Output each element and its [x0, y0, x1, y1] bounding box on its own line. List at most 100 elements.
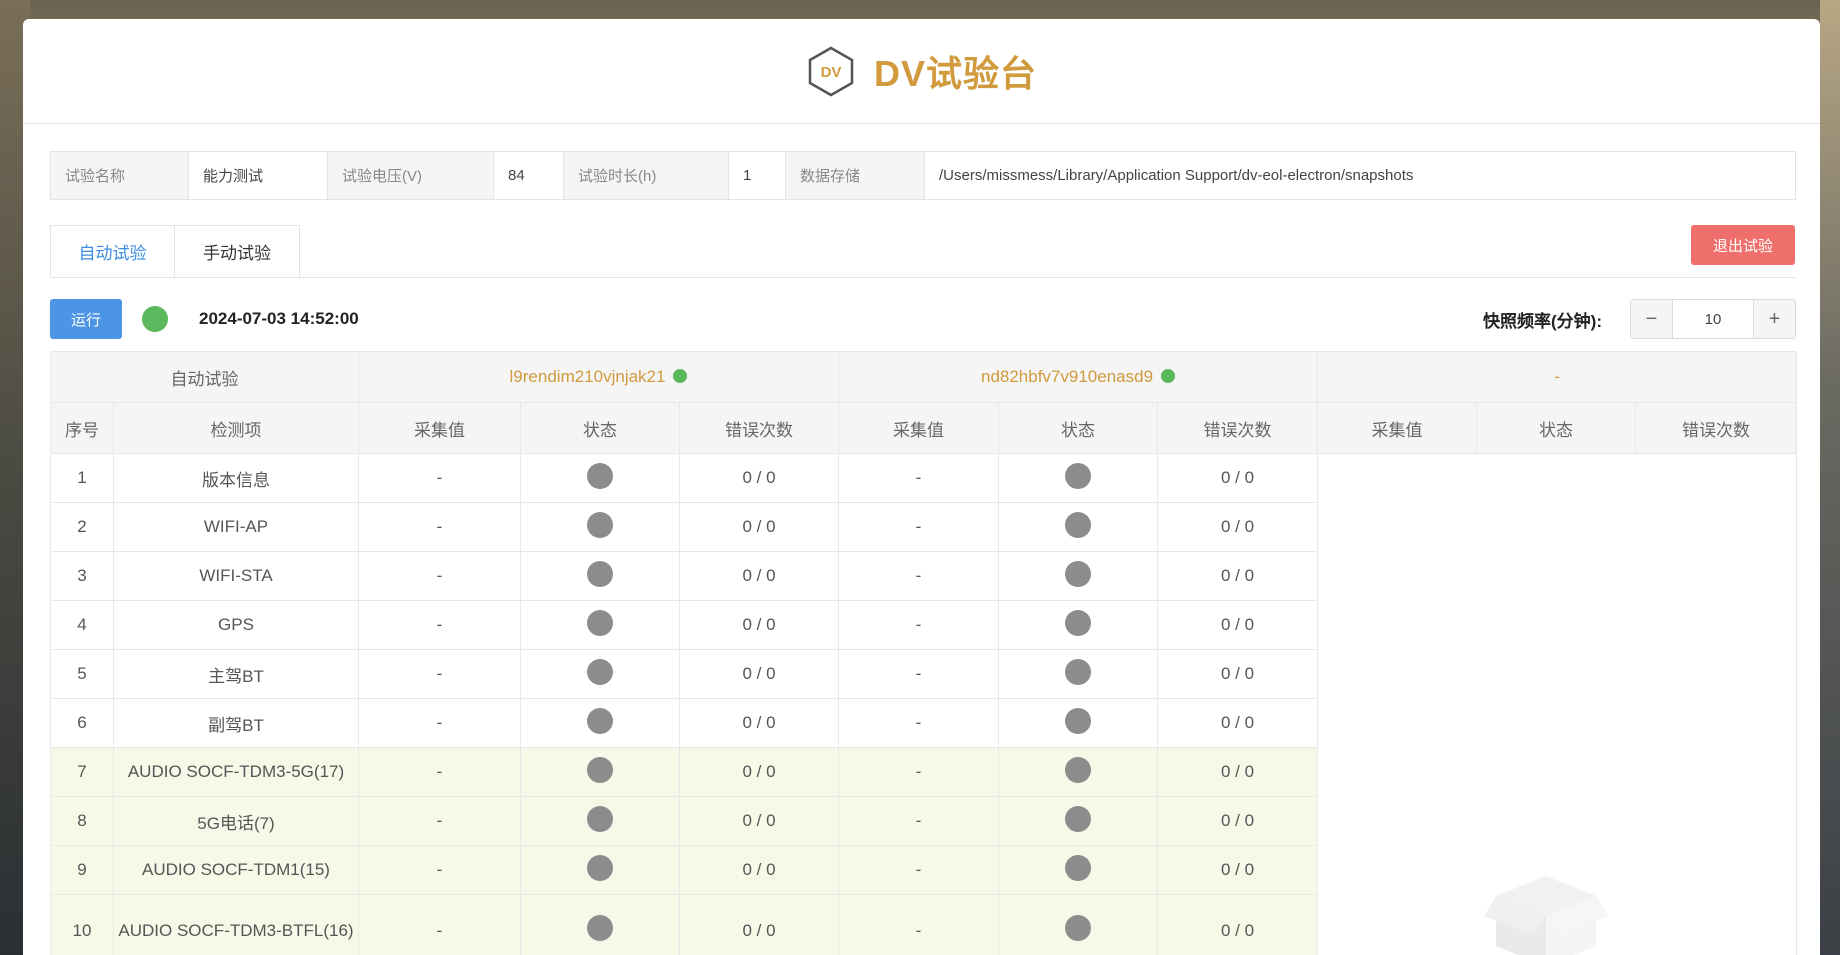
device1-errors: 0 / 0	[678, 551, 840, 601]
device2-value: -	[838, 551, 1000, 601]
run-toolbar: 运行 2024-07-03 14:52:00 快照频率(分钟): − 10 +	[50, 299, 1796, 339]
device2-errors: 0 / 0	[1157, 698, 1319, 748]
storage-path-link[interactable]: /Users/missmess/Library/Application Supp…	[925, 152, 1795, 199]
device-online-indicator	[673, 369, 688, 383]
row-seq: 10	[50, 894, 114, 955]
device1-value: -	[358, 649, 521, 699]
device1-errors: 0 / 0	[678, 698, 840, 748]
status-indicator-icon	[1065, 915, 1092, 941]
device1-errors: 0 / 0	[678, 600, 840, 650]
device2-value: -	[838, 845, 1000, 895]
dv-logo-icon: DV	[806, 45, 856, 97]
test-results-table: 自动试验 l9rendim210vjnjak21 nd82hbfv7v910en…	[50, 351, 1798, 955]
device1-status	[520, 600, 680, 650]
run-status-indicator	[142, 306, 168, 332]
decrement-button[interactable]: −	[1631, 300, 1673, 338]
row-item: 5G电话(7)	[113, 796, 359, 846]
voltage-value: 84	[494, 152, 564, 199]
device1-errors: 0 / 0	[678, 453, 840, 503]
status-indicator-icon	[587, 658, 613, 685]
device1-status	[520, 551, 680, 601]
device1-errors: 0 / 0	[678, 796, 840, 846]
device2-errors: 0 / 0	[1157, 894, 1319, 955]
device1-value: -	[358, 453, 521, 503]
device1-status	[520, 845, 680, 895]
snapshot-frequency-input[interactable]: 10	[1673, 300, 1753, 338]
device1-errors: 0 / 0	[678, 845, 840, 895]
duration-value: 1	[729, 152, 786, 199]
status-indicator-icon	[587, 756, 613, 783]
row-seq: 7	[50, 747, 114, 797]
device2-errors: 0 / 0	[1157, 600, 1319, 650]
status-indicator-icon	[1065, 805, 1092, 832]
col-header-errors: 错误次数	[1157, 402, 1319, 454]
increment-button[interactable]: +	[1753, 300, 1795, 338]
test-info-bar: 试验名称 能力测试 试验电压(V) 84 试验时长(h) 1 数据存储 /Use…	[50, 151, 1796, 200]
status-indicator-icon	[1065, 609, 1092, 636]
status-indicator-icon	[1065, 511, 1092, 538]
device2-status	[998, 796, 1159, 846]
col-header-status: 状态	[998, 402, 1159, 454]
row-item: WIFI-AP	[113, 502, 359, 552]
status-indicator-icon	[587, 462, 613, 489]
device-online-indicator	[1161, 369, 1176, 383]
app-window: DV DV试验台 试验名称 能力测试 试验电压(V) 84 试验时长(h) 1 …	[23, 19, 1820, 955]
device3-empty-area	[1317, 453, 1798, 955]
device1-status	[520, 747, 680, 797]
row-seq: 8	[50, 796, 114, 846]
table-row: 1 版本信息 -0 / 0-0 / 0	[50, 453, 1798, 955]
device1-status	[520, 649, 680, 699]
status-indicator-icon	[1065, 560, 1092, 587]
device2-errors: 0 / 0	[1157, 453, 1319, 503]
storage-label: 数据存储	[786, 152, 925, 199]
device2-value: -	[838, 649, 1000, 699]
tab-manual-test[interactable]: 手动试验	[175, 225, 300, 278]
exit-test-button[interactable]: 退出试验	[1691, 225, 1795, 265]
status-indicator-icon	[587, 805, 613, 832]
snapshot-frequency-label: 快照频率(分钟):	[1483, 311, 1602, 331]
row-seq: 3	[50, 551, 114, 601]
run-button[interactable]: 运行	[50, 299, 122, 339]
app-header: DV DV试验台	[23, 19, 1820, 124]
status-indicator-icon	[587, 560, 613, 587]
device2-errors: 0 / 0	[1157, 747, 1319, 797]
row-item: 版本信息	[113, 453, 359, 503]
row-seq: 4	[50, 600, 114, 650]
device2-status	[998, 649, 1159, 699]
col-header-errors: 错误次数	[678, 402, 840, 454]
status-indicator-icon	[587, 915, 613, 941]
row-item: 主驾BT	[113, 649, 359, 699]
device2-value: -	[838, 453, 1000, 503]
test-name-value: 能力测试	[189, 152, 328, 199]
test-name-label: 试验名称	[51, 152, 189, 199]
tab-auto-test[interactable]: 自动试验	[50, 225, 175, 278]
col-header-value: 采集值	[1317, 402, 1478, 454]
device2-errors: 0 / 0	[1157, 845, 1319, 895]
device1-status	[520, 502, 680, 552]
duration-label: 试验时长(h)	[564, 152, 729, 199]
device-name: l9rendim210vjnjak21	[509, 367, 666, 386]
status-indicator-icon	[1065, 658, 1092, 685]
device2-errors: 0 / 0	[1157, 796, 1319, 846]
status-indicator-icon	[1065, 462, 1092, 489]
device1-errors: 0 / 0	[678, 894, 840, 955]
device2-errors: 0 / 0	[1157, 502, 1319, 552]
col-header-status: 状态	[520, 402, 680, 454]
device1-status	[520, 796, 680, 846]
device2-value: -	[838, 600, 1000, 650]
device2-errors: 0 / 0	[1157, 649, 1319, 699]
device-header-2: nd82hbfv7v910enasd9	[838, 351, 1319, 403]
col-header-seq: 序号	[50, 402, 114, 454]
device-name: nd82hbfv7v910enasd9	[980, 367, 1154, 386]
device1-value: -	[358, 894, 521, 955]
current-datetime: 2024-07-03 14:52:00	[199, 309, 359, 328]
col-header-item: 检测项	[113, 402, 359, 454]
status-indicator-icon	[587, 609, 613, 636]
device-name: -	[1554, 367, 1560, 386]
device-header-3: -	[1317, 351, 1798, 403]
empty-box-icon	[1484, 876, 1609, 955]
app-title: DV试验台	[873, 53, 1037, 94]
device2-value: -	[838, 747, 1000, 797]
device1-status	[520, 453, 680, 503]
status-indicator-icon	[1065, 756, 1092, 783]
